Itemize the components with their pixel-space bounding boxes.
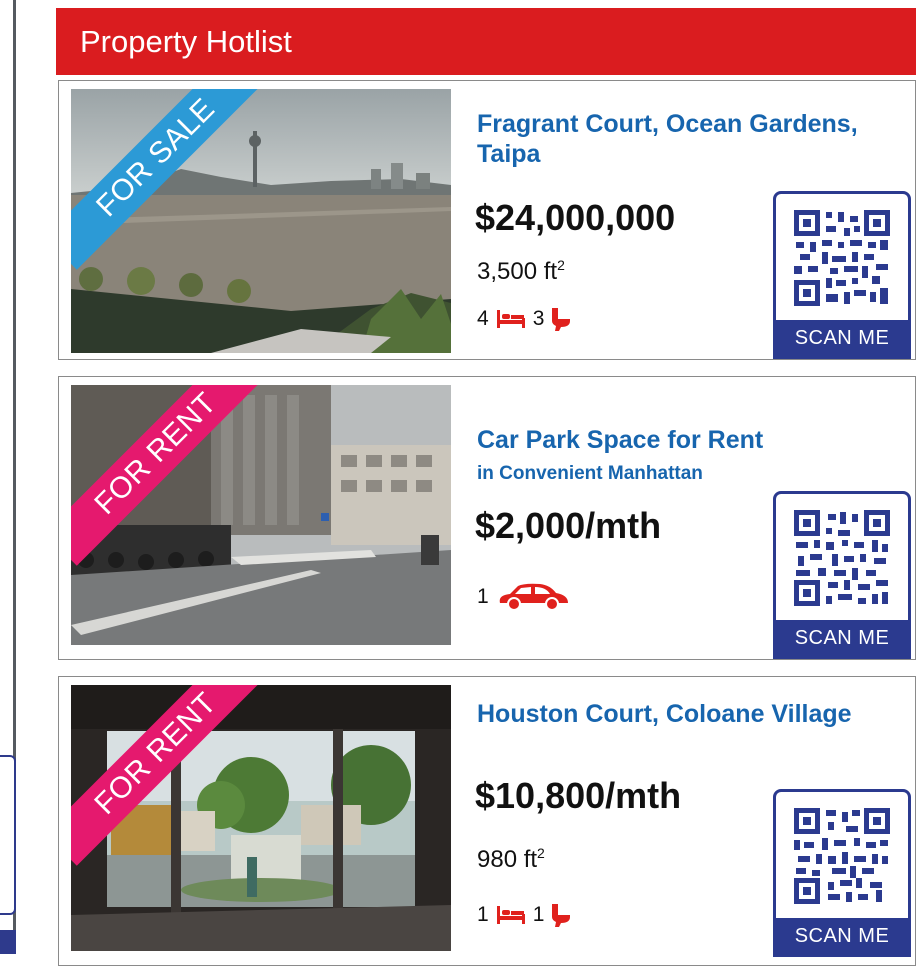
listing-title[interactable]: Fragrant Court, Ocean Gardens, Taipa — [477, 109, 897, 169]
qr-code-icon — [792, 208, 892, 308]
listing-card-3[interactable]: FOR RENT Houston Court, Coloane Village … — [58, 676, 916, 966]
listing-photo-harbour: FOR SALE — [71, 89, 451, 353]
bedroom-count: 4 — [477, 307, 489, 330]
bathroom-count: 3 — [532, 307, 545, 330]
bed-icon — [496, 906, 525, 924]
amenities: 1 — [477, 583, 570, 611]
listing-price: $10,800/mth — [475, 775, 682, 816]
side-panel-tab — [0, 930, 16, 954]
toilet-icon — [552, 904, 571, 927]
bed-icon — [496, 310, 525, 328]
bathroom-count: 1 — [532, 903, 545, 926]
qr-code-panel[interactable]: SCAN ME — [773, 789, 911, 957]
amenities: 1 1 — [477, 903, 571, 927]
listing-title[interactable]: Car Park Space for Rent — [477, 425, 897, 455]
qr-code-icon — [792, 508, 892, 608]
listing-price: $24,000,000 — [475, 197, 676, 238]
listing-title[interactable]: Houston Court, Coloane Village — [477, 699, 897, 729]
qr-code-panel[interactable]: SCAN ME — [773, 491, 911, 659]
listing-card-2[interactable]: FOR RENT Car Park Space for Rent in Conv… — [58, 376, 916, 660]
page-title: Property Hotlist — [80, 23, 292, 59]
scan-me-label: SCAN ME — [776, 620, 908, 656]
scan-me-label: SCAN ME — [776, 320, 908, 356]
qr-code-icon — [792, 806, 892, 906]
listing-price: $2,000/mth — [475, 505, 662, 546]
listing-subtitle: in Convenient Manhattan — [477, 463, 703, 484]
listing-card-1[interactable]: FOR SALE Fragrant Court, Ocean Gardens, … — [58, 80, 916, 360]
listing-photo-street: FOR RENT — [71, 385, 451, 645]
listing-area: 980 ft2 — [477, 845, 545, 873]
parking-count: 1 — [477, 585, 489, 608]
hotlist-header: Property Hotlist — [56, 8, 916, 75]
scan-me-label: SCAN ME — [776, 918, 908, 954]
qr-code-panel[interactable]: SCAN ME — [773, 191, 911, 359]
amenities: 4 3 — [477, 307, 571, 331]
listing-photo-window-view: FOR RENT — [71, 685, 451, 951]
toilet-icon — [552, 308, 571, 331]
side-panel-edge — [0, 755, 16, 915]
listing-area: 3,500 ft2 — [477, 257, 565, 285]
car-icon — [499, 583, 568, 611]
bedroom-count: 1 — [477, 903, 489, 926]
